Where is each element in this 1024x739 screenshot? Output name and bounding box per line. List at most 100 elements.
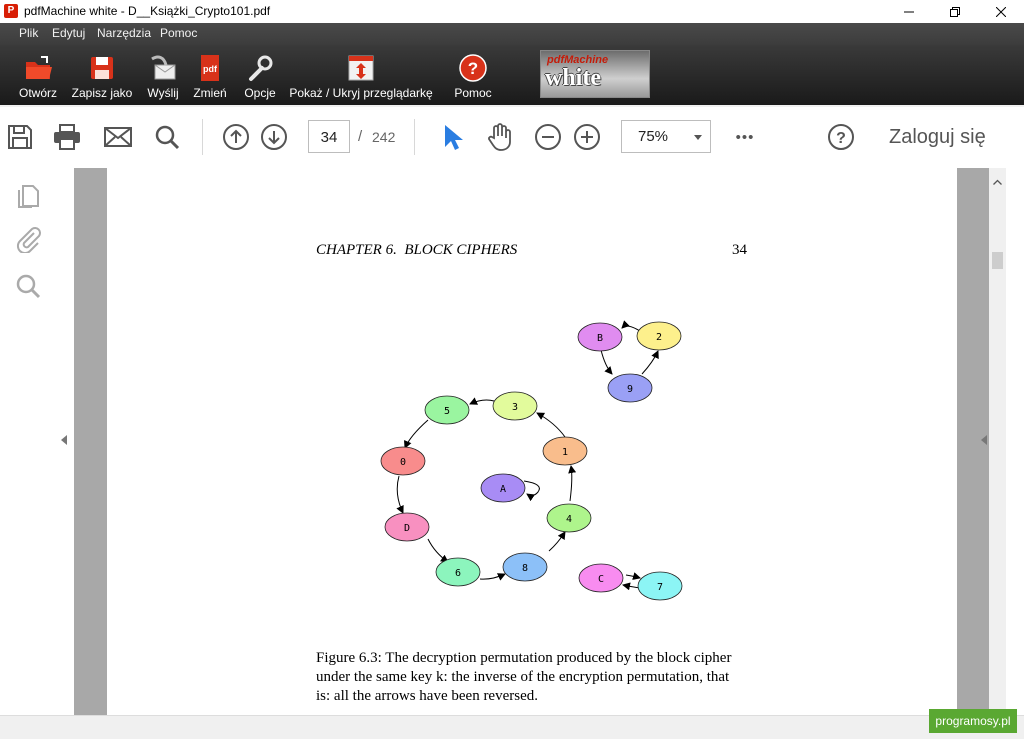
collapse-right-button[interactable] bbox=[979, 433, 989, 451]
node-label: 4 bbox=[566, 514, 572, 525]
previous-page-button[interactable] bbox=[220, 121, 252, 153]
restore-icon bbox=[950, 6, 960, 17]
graph-node-0: 0 bbox=[380, 446, 426, 476]
edge-0-d bbox=[396, 475, 404, 514]
vertical-scrollbar[interactable] bbox=[989, 168, 1006, 715]
save-button[interactable] bbox=[4, 121, 36, 153]
svg-text:pdf: pdf bbox=[203, 64, 218, 74]
edge-8-4 bbox=[548, 531, 566, 552]
graph-node-8: 8 bbox=[502, 552, 548, 582]
edge-9-2 bbox=[641, 350, 659, 375]
edge-2-b bbox=[621, 320, 641, 332]
page-number-input[interactable]: 34 bbox=[308, 120, 350, 153]
save-disk-icon bbox=[91, 57, 113, 79]
thumbnails-button[interactable] bbox=[14, 182, 42, 215]
edge-6-8 bbox=[479, 573, 506, 581]
minimize-button[interactable] bbox=[886, 0, 932, 23]
more-options-button[interactable]: ••• bbox=[728, 121, 762, 153]
menu-narzedzia[interactable]: Narzędzia bbox=[97, 26, 151, 40]
help-button[interactable]: ? Pomoc bbox=[452, 49, 494, 103]
email-button[interactable] bbox=[102, 121, 134, 153]
open-folder-icon bbox=[26, 56, 52, 79]
page-separator: / bbox=[358, 128, 363, 145]
attachments-button[interactable] bbox=[14, 225, 42, 258]
open-button[interactable]: Otwórz bbox=[17, 49, 59, 103]
close-icon bbox=[996, 6, 1006, 17]
zoom-select[interactable]: 75% bbox=[621, 120, 711, 153]
graph-node-5: 5 bbox=[424, 395, 470, 425]
edge-3-5 bbox=[469, 397, 495, 405]
edge-d-6 bbox=[427, 538, 449, 563]
permutation-graph: B 2 9 5 3 1 0 A 4 D 6 8 C 7 bbox=[380, 320, 683, 601]
caption-line: under the same key k: the inverse of the… bbox=[316, 669, 730, 685]
arrow-down-icon bbox=[261, 124, 287, 150]
print-icon bbox=[54, 124, 80, 150]
chevron-down-icon bbox=[694, 135, 702, 140]
graph-node-3: 3 bbox=[492, 391, 538, 421]
caption-line: Figure 6.3: The decryption permutation p… bbox=[316, 650, 732, 666]
node-label: B bbox=[597, 333, 603, 344]
zoom-out-button[interactable] bbox=[532, 121, 564, 153]
menu-edytuj[interactable]: Edytuj bbox=[52, 26, 85, 40]
restore-button[interactable] bbox=[932, 0, 978, 23]
node-label: 5 bbox=[444, 406, 450, 417]
send-mail-icon bbox=[151, 55, 176, 80]
close-button[interactable] bbox=[978, 0, 1024, 23]
select-tool-button[interactable] bbox=[436, 121, 468, 153]
brand-logo: pdfMachine white bbox=[540, 50, 650, 98]
edge-c-7 bbox=[625, 572, 641, 580]
login-link[interactable]: Zaloguj się bbox=[889, 126, 986, 149]
toggle-viewer-button[interactable]: Pokaż / Ukryj przeglądarkę bbox=[289, 49, 433, 103]
edge-a-a bbox=[523, 480, 540, 502]
toolbar-divider bbox=[202, 119, 203, 155]
collapse-left-button[interactable] bbox=[59, 433, 69, 451]
change-button[interactable]: pdf Zmień bbox=[192, 49, 228, 103]
graph-edges bbox=[396, 320, 659, 591]
brand-main-text: white bbox=[545, 65, 601, 91]
graph-node-2: 2 bbox=[636, 321, 682, 351]
chevron-left-icon bbox=[981, 435, 987, 445]
node-label: 2 bbox=[656, 332, 662, 343]
node-label: D bbox=[404, 523, 410, 534]
zoom-in-button[interactable] bbox=[571, 121, 603, 153]
main-toolbar: Otwórz Zapisz jako Wyślij pdf Zmień Opcj… bbox=[0, 45, 1024, 105]
help-button-viewer[interactable]: ? bbox=[825, 121, 857, 153]
pdf-page[interactable]: CHAPTER 6. BLOCK CIPHERS 34 B 2 9 5 3 1 … bbox=[107, 168, 957, 715]
search-button[interactable] bbox=[151, 121, 183, 153]
svg-text:?: ? bbox=[468, 59, 478, 78]
next-page-button[interactable] bbox=[258, 121, 290, 153]
save-icon bbox=[8, 125, 32, 149]
graph-node-b: B bbox=[577, 322, 623, 352]
toggle-viewer-icon bbox=[348, 55, 374, 81]
side-search-button[interactable] bbox=[14, 272, 42, 305]
chevron-left-icon bbox=[61, 435, 67, 445]
send-button[interactable]: Wyślij bbox=[145, 49, 181, 103]
page-total: 242 bbox=[372, 129, 396, 145]
print-button[interactable] bbox=[51, 121, 83, 153]
node-label: 7 bbox=[657, 582, 663, 593]
zoom-out-icon bbox=[535, 124, 561, 150]
node-label: C bbox=[598, 574, 604, 585]
status-bar bbox=[0, 715, 1024, 739]
scroll-up-arrow[interactable] bbox=[993, 172, 1002, 190]
document-area: CHAPTER 6. BLOCK CIPHERS 34 B 2 9 5 3 1 … bbox=[57, 168, 989, 715]
graph-node-9: 9 bbox=[607, 373, 653, 403]
menu-plik[interactable]: Plik bbox=[19, 26, 38, 40]
scroll-thumb[interactable] bbox=[992, 252, 1003, 269]
options-button[interactable]: Opcje bbox=[242, 49, 278, 103]
search-icon bbox=[155, 125, 180, 150]
watermark-badge: programosy.pl bbox=[929, 709, 1017, 733]
node-label: 9 bbox=[627, 384, 633, 395]
menu-pomoc[interactable]: Pomoc bbox=[160, 26, 197, 40]
pages-icon bbox=[18, 185, 39, 208]
hand-tool-button[interactable] bbox=[484, 121, 516, 153]
paperclip-icon bbox=[16, 227, 41, 255]
graph-node-7: 7 bbox=[637, 571, 683, 601]
question-circle-icon: ? bbox=[828, 124, 854, 150]
graph-node-d: D bbox=[384, 512, 430, 542]
save-as-button[interactable]: Zapisz jako bbox=[71, 49, 133, 103]
node-label: 0 bbox=[400, 457, 406, 468]
window-title: pdfMachine white - D__Książki_Crypto101.… bbox=[24, 4, 271, 18]
viewer-toolbar: 34 / 242 75% ••• ? Zaloguj się bbox=[0, 107, 1024, 169]
minimize-icon bbox=[904, 11, 914, 12]
